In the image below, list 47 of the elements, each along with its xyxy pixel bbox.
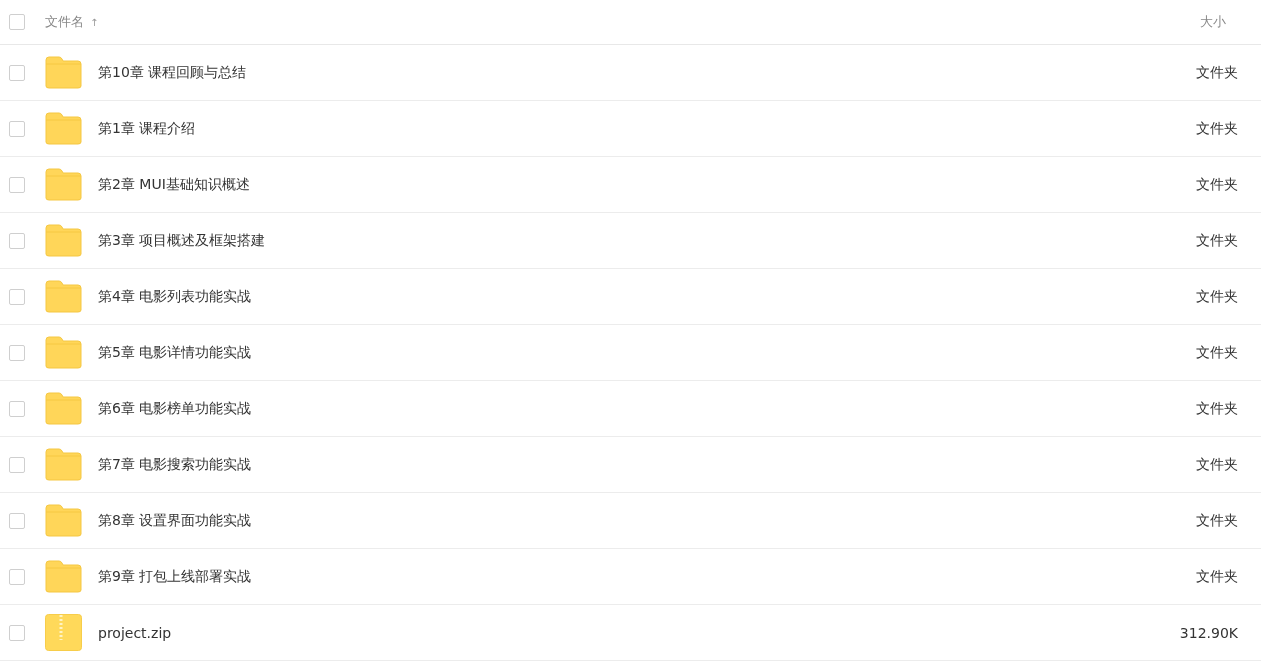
name-column-header[interactable]: 文件名 <box>45 13 84 31</box>
file-size: 文件夹 <box>1196 231 1238 250</box>
size-column-header[interactable]: 大小 <box>1166 13 1240 31</box>
file-name[interactable]: project.zip <box>98 624 172 641</box>
file-size: 文件夹 <box>1196 175 1238 194</box>
file-name[interactable]: 第8章 设置界面功能实战 <box>98 511 252 530</box>
file-size: 312.90K <box>1179 624 1238 641</box>
folder-icon <box>45 336 82 369</box>
select-all-checkbox[interactable] <box>9 14 25 30</box>
row-checkbox[interactable] <box>9 232 25 249</box>
file-size: 文件夹 <box>1196 399 1238 418</box>
row-checkbox[interactable] <box>9 64 25 81</box>
file-size: 文件夹 <box>1196 287 1238 306</box>
folder-icon <box>45 504 82 537</box>
file-size: 文件夹 <box>1196 567 1238 586</box>
folder-icon <box>45 56 82 89</box>
row-checkbox[interactable] <box>9 120 25 137</box>
folder-icon <box>45 112 82 145</box>
folder-icon <box>45 392 82 425</box>
row-checkbox[interactable] <box>9 288 25 305</box>
file-name[interactable]: 第4章 电影列表功能实战 <box>98 287 252 306</box>
row-checkbox[interactable] <box>9 400 25 417</box>
file-name[interactable]: 第1章 课程介绍 <box>98 119 196 138</box>
folder-icon <box>45 560 82 593</box>
row-checkbox[interactable] <box>9 176 25 193</box>
file-name[interactable]: 第9章 打包上线部署实战 <box>98 567 252 586</box>
file-name[interactable]: 第5章 电影详情功能实战 <box>98 343 252 362</box>
file-name[interactable]: 第6章 电影榜单功能实战 <box>98 399 252 418</box>
folder-icon <box>45 280 82 313</box>
folder-icon <box>45 224 82 257</box>
file-size: 文件夹 <box>1196 455 1238 474</box>
folder-icon <box>45 448 82 481</box>
row-checkbox[interactable] <box>9 344 25 361</box>
file-size: 文件夹 <box>1196 511 1238 530</box>
file-name[interactable]: 第7章 电影搜索功能实战 <box>98 455 252 474</box>
file-name[interactable]: 第2章 MUI基础知识概述 <box>98 175 250 194</box>
row-checkbox[interactable] <box>9 456 25 473</box>
row-checkbox[interactable] <box>9 512 25 529</box>
file-size: 文件夹 <box>1196 343 1238 362</box>
folder-icon <box>45 168 82 201</box>
file-size: 文件夹 <box>1196 119 1238 138</box>
row-checkbox[interactable] <box>9 624 25 641</box>
file-name[interactable]: 第10章 课程回顾与总结 <box>98 63 247 82</box>
file-size: 文件夹 <box>1196 63 1238 82</box>
zip-file-icon <box>45 614 82 651</box>
file-name[interactable]: 第3章 项目概述及框架搭建 <box>98 231 266 250</box>
row-checkbox[interactable] <box>9 568 25 585</box>
